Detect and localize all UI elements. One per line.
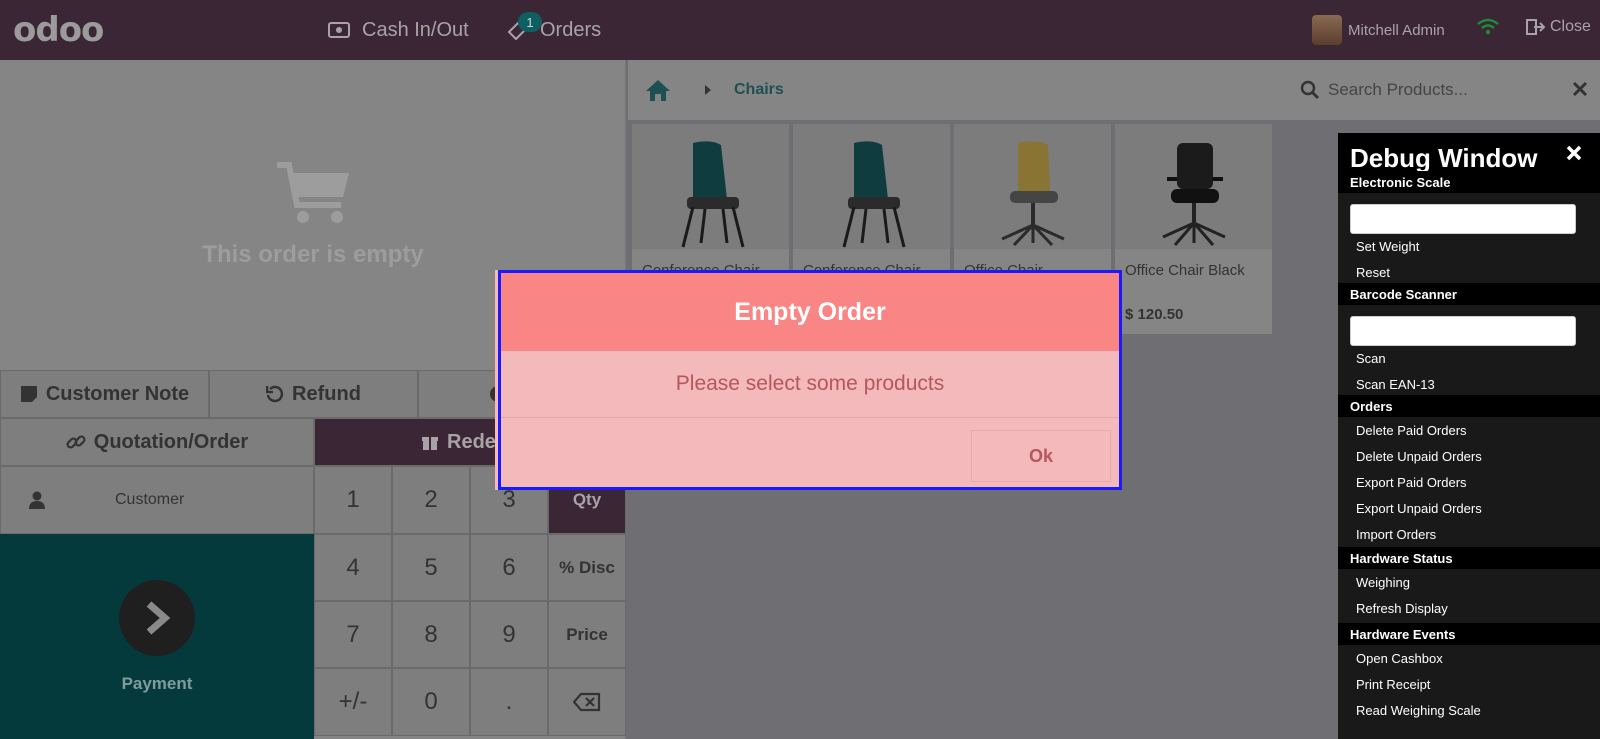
- wifi-icon: [1477, 18, 1499, 35]
- numpad-key-4[interactable]: 4: [314, 534, 392, 601]
- orders-label: Orders: [540, 18, 602, 41]
- payment-label: Payment: [121, 673, 193, 693]
- numpad-disc-mode[interactable]: % Disc: [548, 534, 626, 601]
- chevron-right-icon: [146, 600, 171, 635]
- numpad-key-dot[interactable]: .: [470, 668, 548, 736]
- gift-icon: [422, 437, 438, 450]
- payment-circle: [119, 579, 195, 656]
- numpad-key-1[interactable]: 1: [314, 466, 392, 534]
- avatar: [1312, 15, 1342, 45]
- numpad-key-6[interactable]: 6: [470, 534, 548, 601]
- section-hardware-status: Hardware Status: [1338, 547, 1600, 569]
- caret-right-icon: [705, 85, 711, 95]
- read-weighing-scale-button[interactable]: Read Weighing Scale: [1356, 703, 1481, 718]
- product-card[interactable]: Office Chair Black $ 120.50: [1115, 124, 1272, 334]
- refund-button[interactable]: Refund: [209, 370, 418, 418]
- numpad: 1 2 3 Qty 4 5 6 % Disc 7 8 9 Price +/- 0…: [314, 466, 626, 739]
- close-button[interactable]: Close: [1526, 18, 1591, 36]
- sign-out-icon: [1526, 19, 1546, 35]
- delete-unpaid-orders-button[interactable]: Delete Unpaid Orders: [1356, 449, 1482, 464]
- numpad-key-2[interactable]: 2: [392, 466, 470, 534]
- user-icon: [29, 491, 45, 509]
- customer-note-button[interactable]: Customer Note: [0, 370, 209, 418]
- ok-button[interactable]: Ok: [971, 430, 1111, 482]
- top-navbar: odoo Cash In/Out 1 Orders Mitchell Admin…: [0, 0, 1600, 60]
- product-name: Office Chair Black: [1125, 262, 1245, 279]
- product-image: [954, 124, 1111, 249]
- cash-in-out-label: Cash In/Out: [362, 18, 469, 41]
- weighing-button[interactable]: Weighing: [1356, 575, 1410, 590]
- link-icon: [66, 435, 86, 449]
- note-icon: [20, 386, 37, 402]
- import-orders-button[interactable]: Import Orders: [1356, 527, 1436, 542]
- search-input[interactable]: [1328, 80, 1578, 100]
- scan-ean13-button[interactable]: Scan EAN-13: [1356, 377, 1435, 392]
- print-receipt-button[interactable]: Print Receipt: [1356, 677, 1430, 692]
- empty-order-dialog: Empty Order Please select some products …: [498, 270, 1122, 490]
- breadcrumb-chairs[interactable]: Chairs: [734, 81, 784, 99]
- orders-button[interactable]: 1 Orders: [506, 12, 602, 46]
- open-cashbox-button[interactable]: Open Cashbox: [1356, 651, 1443, 666]
- product-search: [1288, 60, 1600, 120]
- numpad-key-plusminus[interactable]: +/-: [314, 668, 392, 736]
- scan-button[interactable]: Scan: [1356, 351, 1386, 366]
- section-orders: Orders: [1338, 395, 1600, 417]
- section-hardware-events: Hardware Events: [1338, 623, 1600, 645]
- undo-icon: [266, 385, 284, 403]
- debug-window: Debug Window Electronic Scale Set Weight…: [1338, 133, 1600, 739]
- dialog-message: Please select some products: [501, 351, 1119, 418]
- user-menu[interactable]: Mitchell Admin: [1312, 14, 1445, 46]
- customer-label: Customer: [115, 491, 185, 508]
- numpad-price-mode[interactable]: Price: [548, 601, 626, 668]
- cash-icon: [328, 22, 350, 38]
- reset-button[interactable]: Reset: [1356, 265, 1390, 280]
- payment-button[interactable]: Payment: [0, 534, 314, 739]
- barcode-input[interactable]: [1350, 316, 1576, 346]
- search-icon: [1300, 80, 1320, 100]
- export-paid-orders-button[interactable]: Export Paid Orders: [1356, 475, 1467, 490]
- close-icon[interactable]: [1566, 145, 1582, 161]
- numpad-key-8[interactable]: 8: [392, 601, 470, 668]
- empty-order-text: This order is empty: [202, 241, 424, 268]
- user-name: Mitchell Admin: [1348, 21, 1445, 39]
- product-image: [632, 124, 789, 249]
- numpad-key-9[interactable]: 9: [470, 601, 548, 668]
- cash-in-out-button[interactable]: Cash In/Out: [328, 14, 469, 46]
- delete-paid-orders-button[interactable]: Delete Paid Orders: [1356, 423, 1467, 438]
- close-label: Close: [1550, 18, 1591, 35]
- quotation-order-label: Quotation/Order: [93, 430, 249, 453]
- debug-title: Debug Window: [1350, 143, 1538, 173]
- numpad-key-7[interactable]: 7: [314, 601, 392, 668]
- product-price: $ 120.50: [1125, 306, 1184, 323]
- home-icon[interactable]: [644, 78, 672, 102]
- category-breadcrumb: Chairs: [628, 60, 1288, 120]
- product-image: [793, 124, 950, 249]
- product-image: [1115, 124, 1272, 249]
- weight-input[interactable]: [1350, 204, 1576, 234]
- numpad-backspace[interactable]: [548, 668, 626, 736]
- numpad-key-5[interactable]: 5: [392, 534, 470, 601]
- odoo-logo: odoo: [13, 10, 104, 50]
- section-electronic-scale: Electronic Scale: [1338, 171, 1600, 193]
- quotation-order-button[interactable]: Quotation/Order: [0, 418, 314, 466]
- refund-label: Refund: [292, 382, 361, 405]
- customer-button[interactable]: Customer: [0, 466, 314, 534]
- numpad-key-0[interactable]: 0: [392, 668, 470, 736]
- refresh-display-button[interactable]: Refresh Display: [1356, 601, 1448, 616]
- set-weight-button[interactable]: Set Weight: [1356, 239, 1419, 254]
- customer-note-label: Customer Note: [45, 382, 190, 405]
- dialog-title: Empty Order: [501, 273, 1119, 351]
- cart-icon: [277, 162, 349, 223]
- backspace-icon: [573, 692, 601, 712]
- export-unpaid-orders-button[interactable]: Export Unpaid Orders: [1356, 501, 1482, 516]
- orders-count-badge: 1: [518, 12, 542, 32]
- section-barcode-scanner: Barcode Scanner: [1338, 283, 1600, 305]
- clear-search-icon[interactable]: [1572, 81, 1588, 97]
